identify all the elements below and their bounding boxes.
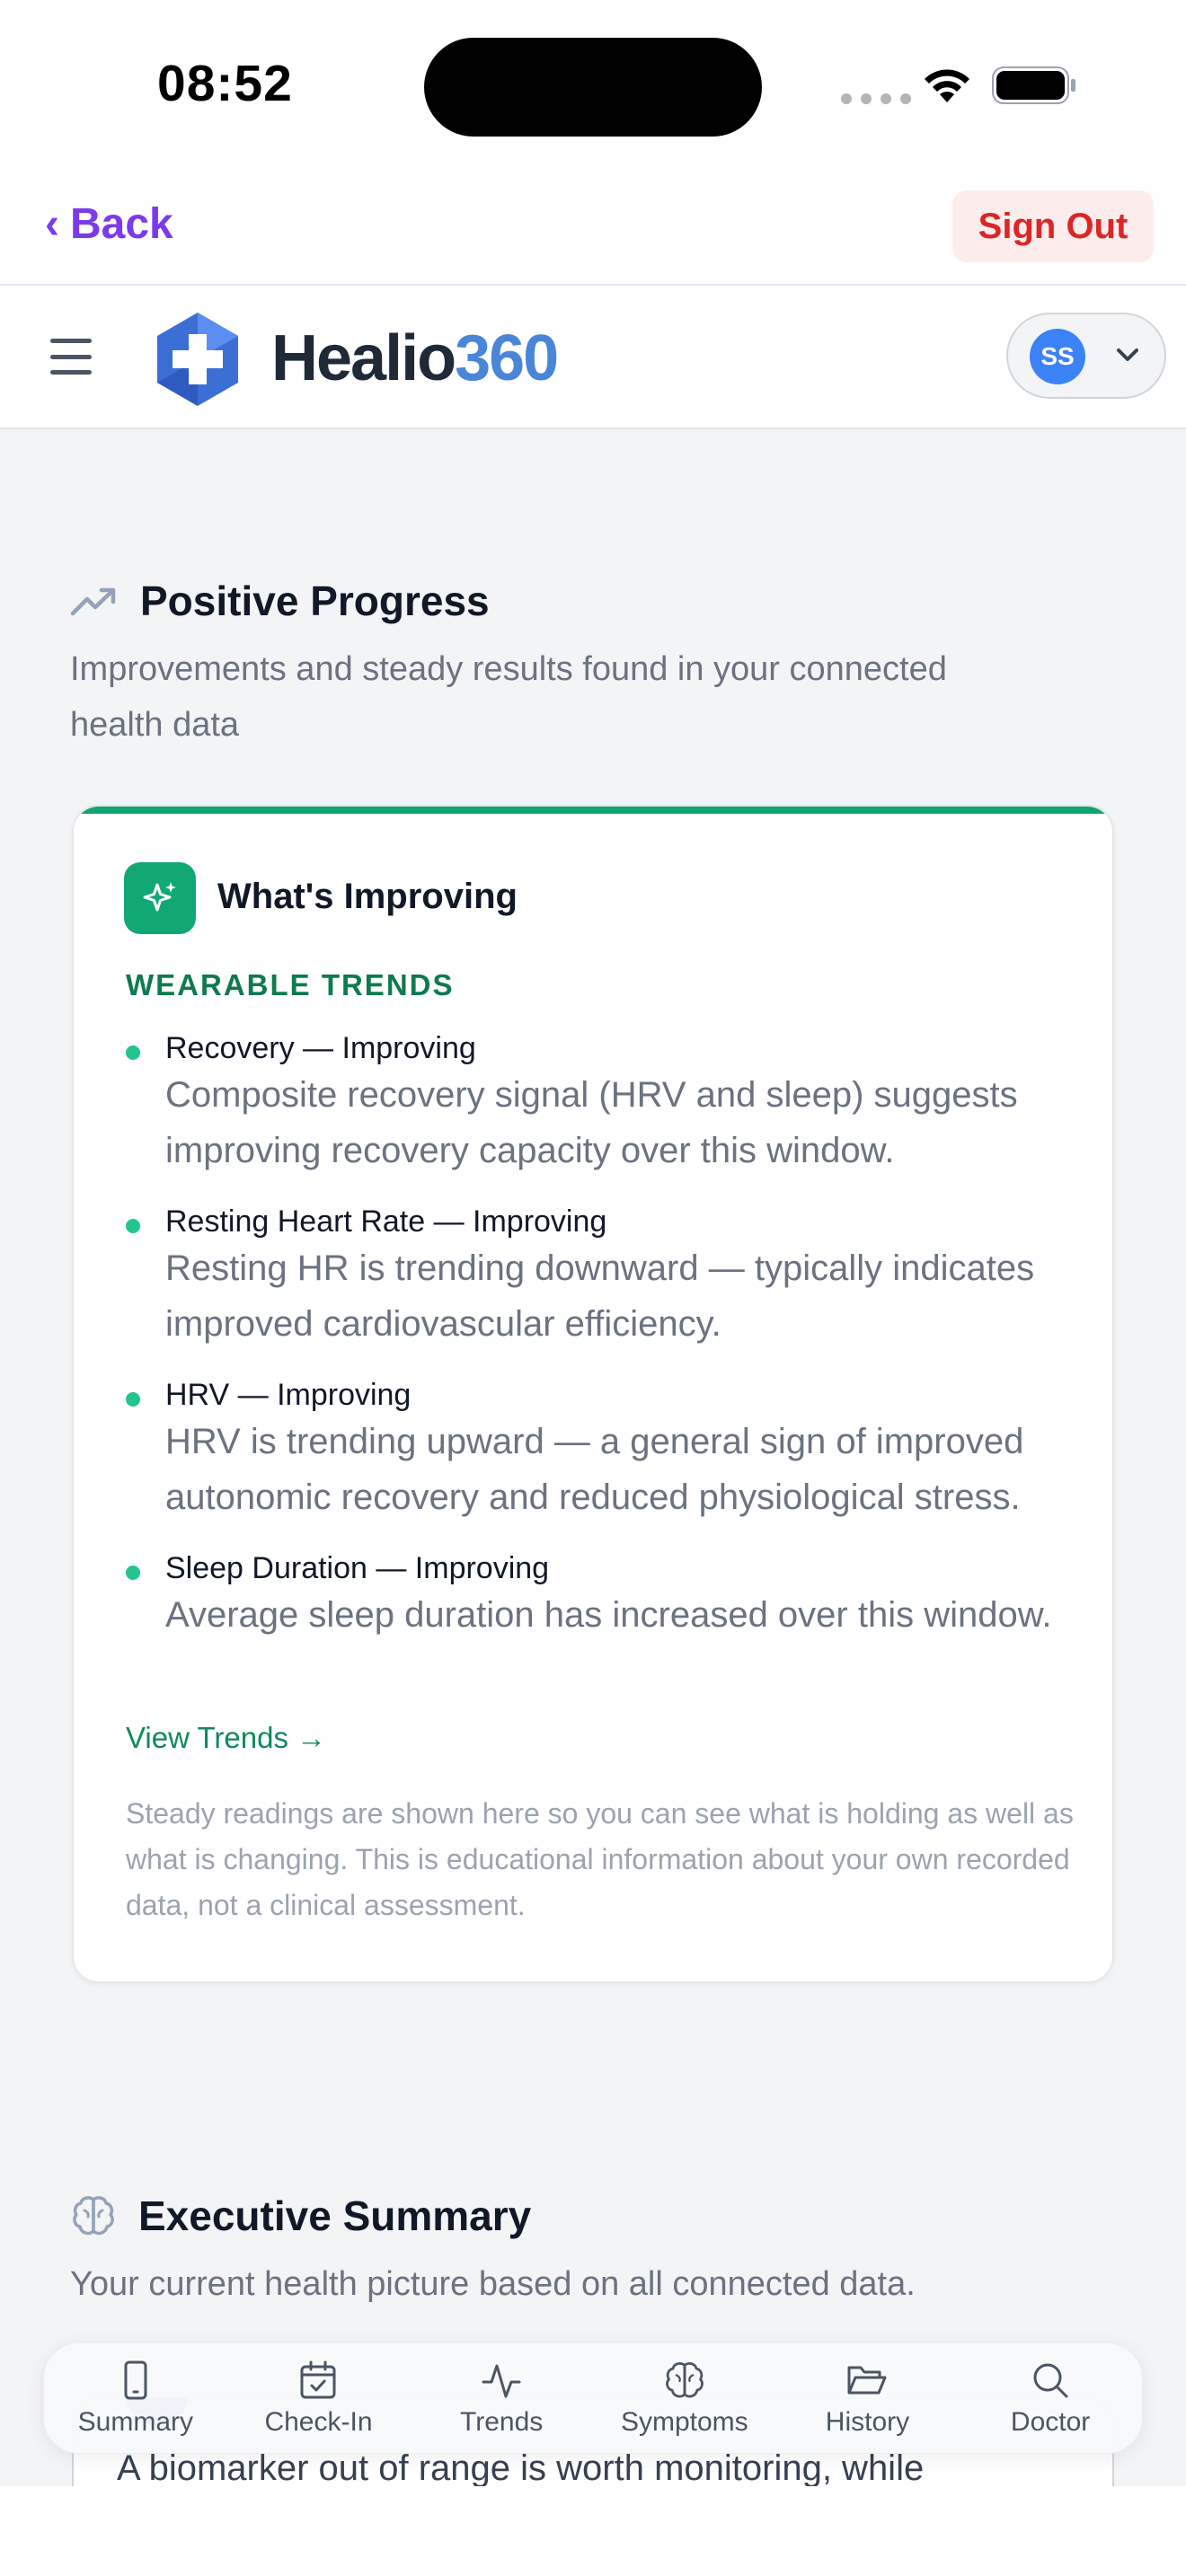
search-icon (1033, 2363, 1068, 2398)
disclaimer-note: Steady readings are shown here so you ca… (126, 1797, 1074, 1921)
tab-trends[interactable]: Trends (416, 2359, 587, 2438)
avatar: SS (1030, 329, 1085, 384)
back-label: Back (69, 200, 173, 248)
card-title: What's Improving (217, 877, 518, 916)
tab-check-in[interactable]: Check-In (233, 2359, 403, 2438)
chevron-down-icon (1117, 348, 1138, 361)
tab-doctor[interactable]: Doctor (965, 2359, 1136, 2438)
back-button[interactable]: ‹ Back (45, 199, 173, 249)
top-nav-bar: ‹ Back Sign Out (0, 171, 1186, 286)
sparkles-icon (124, 862, 196, 934)
tab-label: Symptoms (620, 2407, 748, 2437)
trend-description: HRV is trending upward — a general sign … (165, 1422, 1024, 1517)
dynamic-island (424, 38, 762, 137)
status-time: 08:52 (157, 55, 293, 112)
tab-label: Doctor (1010, 2407, 1091, 2437)
trend-description: Resting HR is trending downward — typica… (165, 1248, 1035, 1344)
card-accent-bar (74, 807, 1112, 814)
tab-summary[interactable]: Summary (50, 2359, 221, 2438)
chevron-left-icon: ‹ (45, 200, 59, 248)
trend-title: Recovery — Improving (165, 1031, 476, 1065)
brain-icon (73, 2196, 114, 2236)
section-title: Executive Summary (138, 2192, 532, 2239)
account-menu-button[interactable]: SS (1006, 313, 1166, 399)
logo-cross-icon (157, 313, 238, 406)
battery-icon (992, 66, 1075, 104)
phone-icon (124, 2360, 147, 2400)
sign-out-button[interactable]: Sign Out (952, 190, 1154, 262)
app-logo-text: Healio360 (271, 322, 559, 394)
trend-description: Composite recovery signal (HRV and sleep… (165, 1075, 1018, 1170)
trend-title: HRV — Improving (165, 1378, 412, 1412)
app-header: Healio360 SS (0, 287, 1186, 429)
executive-summary-header: Executive Summary (70, 2192, 531, 2240)
bullet-dot (126, 1045, 140, 1060)
section-subtitle: Your current health picture based on all… (70, 2265, 916, 2303)
main-content: Positive Progress Improvements and stead… (0, 429, 1186, 2486)
view-trends-link[interactable]: View Trends → (126, 1721, 326, 1755)
app-screen: 08:52 ‹ Back Sign Out Healio360 SS Posit… (0, 0, 1186, 2576)
activity-icon (482, 2364, 521, 2398)
bottom-tab-bar: Summary Check-In Trends Symptoms History… (43, 2342, 1143, 2454)
bullet-dot (126, 1392, 140, 1407)
trend-description: Average sleep duration has increased ove… (165, 1595, 1052, 1635)
card-overline: WEARABLE TRENDS (126, 968, 455, 1001)
trending-up-icon (70, 587, 116, 616)
section-title: Positive Progress (140, 578, 490, 624)
section-subtitle: Improvements and steady results found in… (70, 650, 947, 744)
tab-symptoms[interactable]: Symptoms (599, 2359, 770, 2438)
hamburger-menu-icon[interactable] (50, 339, 92, 375)
tab-label: Check-In (264, 2407, 373, 2437)
tab-label: Trends (460, 2407, 544, 2437)
brain-icon (665, 2362, 704, 2398)
wifi-icon (925, 69, 969, 102)
tab-label: Summary (77, 2407, 193, 2437)
home-indicator-area (0, 2486, 1186, 2576)
tab-label: History (825, 2407, 910, 2437)
whats-improving-card: What's Improving WEARABLE TRENDS Recover… (72, 805, 1114, 1983)
tab-history[interactable]: History (782, 2359, 952, 2438)
folder-open-icon (847, 2366, 887, 2395)
status-bar: 08:52 (0, 0, 1186, 171)
summary-text: A biomarker out of range is worth monito… (117, 2448, 925, 2486)
positive-progress-header: Positive Progress (70, 577, 490, 625)
calendar-check-icon (300, 2360, 336, 2399)
cellular-signal-icon (841, 93, 911, 104)
trend-title: Resting Heart Rate — Improving (165, 1204, 607, 1239)
bullet-dot (126, 1219, 140, 1233)
bullet-dot (126, 1566, 140, 1580)
trend-title: Sleep Duration — Improving (165, 1551, 550, 1585)
